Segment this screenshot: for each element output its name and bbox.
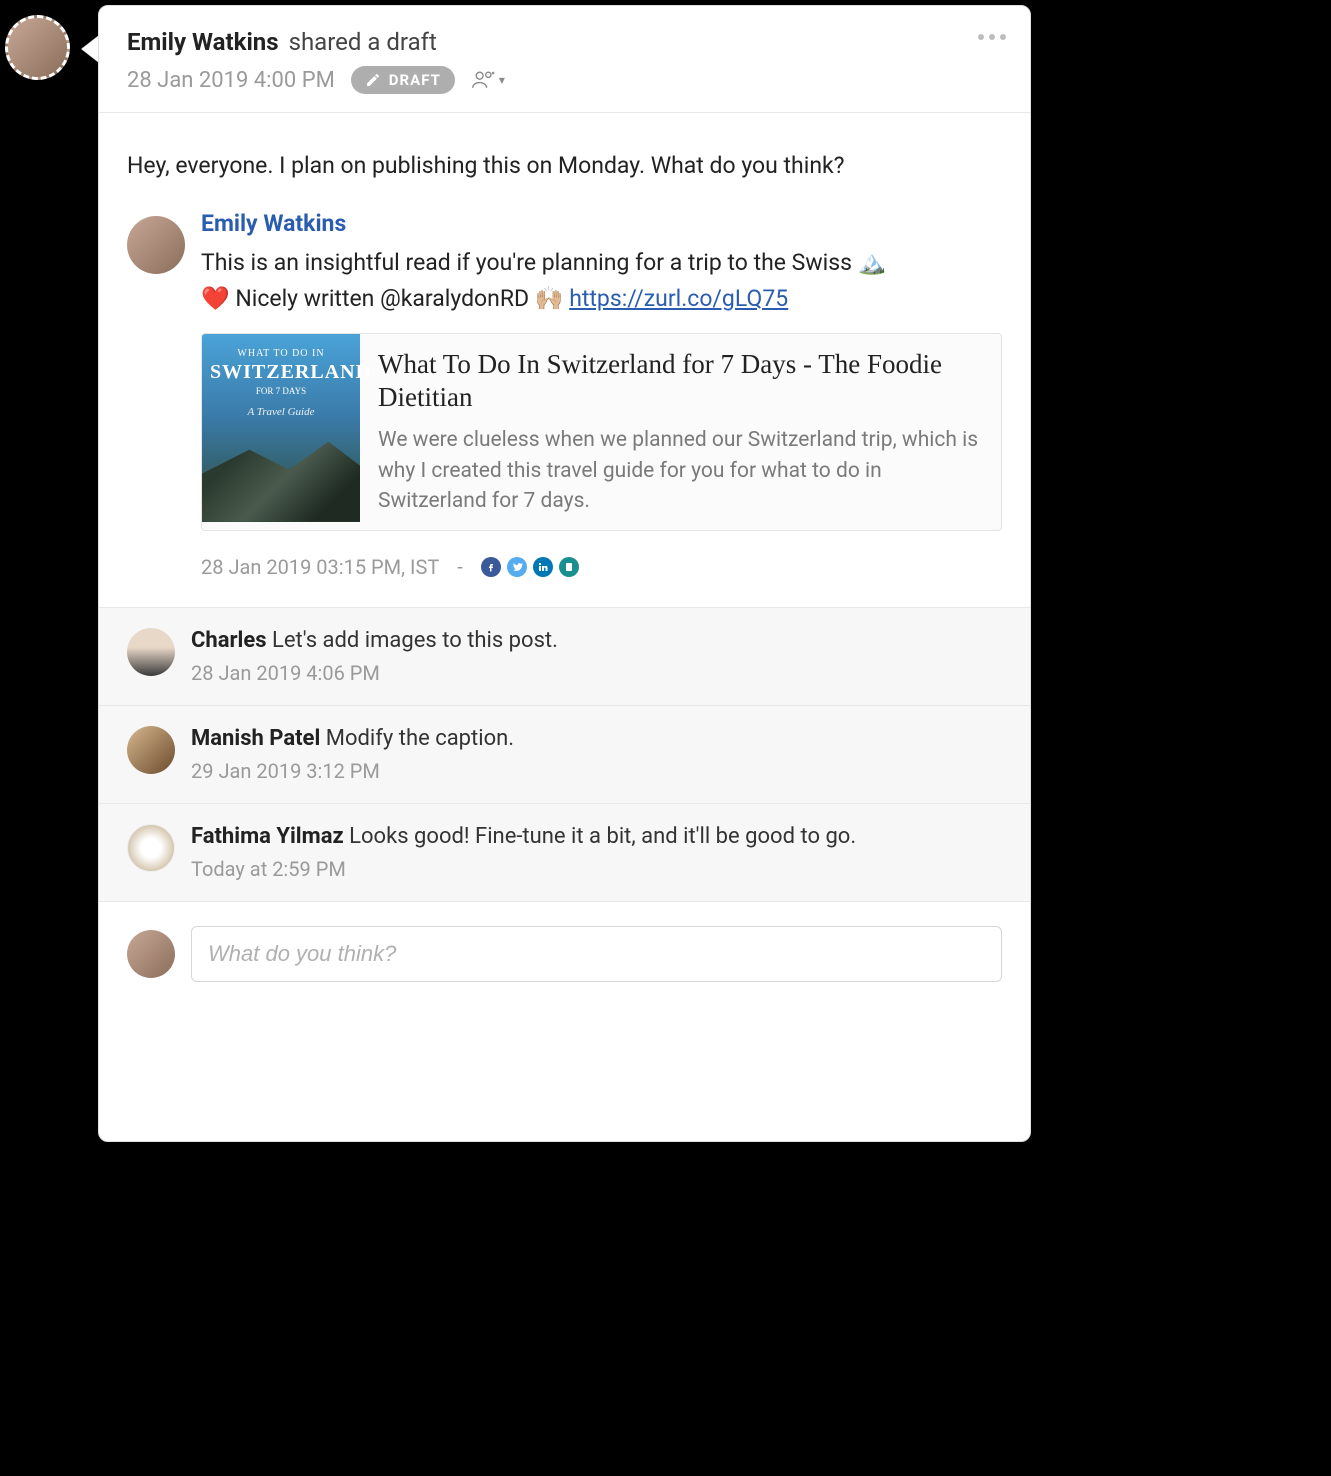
pencil-icon bbox=[365, 72, 381, 88]
compose-row bbox=[99, 901, 1030, 1006]
comment-time: 29 Jan 2019 3:12 PM bbox=[191, 759, 1002, 783]
thumb-line3: FOR 7 DAYS bbox=[210, 386, 352, 396]
shared-text: shared a draft bbox=[289, 28, 437, 56]
comment-time: 28 Jan 2019 4:06 PM bbox=[191, 661, 1002, 685]
thumb-line2: SWITZERLAND bbox=[210, 361, 352, 384]
draft-author-avatar[interactable] bbox=[127, 216, 185, 274]
twitter-icon[interactable] bbox=[507, 557, 527, 577]
comment-row: Fathima Yilmaz Looks good! Fine-tune it … bbox=[99, 803, 1030, 901]
link-description: We were clueless when we planned our Swi… bbox=[378, 425, 983, 516]
comment-author[interactable]: Manish Patel bbox=[191, 726, 320, 751]
chevron-down-icon: ▾ bbox=[499, 73, 505, 87]
comment-avatar[interactable] bbox=[127, 726, 175, 774]
comment-author[interactable]: Fathima Yilmaz bbox=[191, 824, 344, 849]
comment-text: Let's add images to this post. bbox=[272, 628, 558, 653]
comment-text: Looks good! Fine-tune it a bit, and it'l… bbox=[349, 824, 856, 849]
draft-meta-row: 28 Jan 2019 03:15 PM, IST - bbox=[201, 555, 1002, 579]
post-body: Hey, everyone. I plan on publishing this… bbox=[99, 113, 1030, 210]
more-options-button[interactable] bbox=[978, 34, 1006, 40]
thumb-line1: WHAT TO DO IN bbox=[210, 348, 352, 359]
linkedin-icon[interactable] bbox=[533, 557, 553, 577]
draft-publish-time: 28 Jan 2019 03:15 PM, IST bbox=[201, 555, 439, 579]
draft-badge-label: DRAFT bbox=[389, 71, 441, 89]
draft-badge[interactable]: DRAFT bbox=[351, 66, 455, 94]
mountain-emoji: 🏔️ bbox=[858, 249, 887, 276]
people-icon[interactable]: ▾ bbox=[471, 69, 505, 91]
comment-text: Modify the caption. bbox=[326, 726, 514, 751]
comments-section: Charles Let's add images to this post. 2… bbox=[99, 607, 1030, 901]
other-network-icon[interactable] bbox=[559, 557, 579, 577]
comment-time: Today at 2:59 PM bbox=[191, 857, 1002, 881]
meta-separator: - bbox=[457, 555, 463, 579]
draft-author-name[interactable]: Emily Watkins bbox=[201, 210, 1002, 237]
link-preview-card[interactable]: WHAT TO DO IN SWITZERLAND FOR 7 DAYS A T… bbox=[201, 333, 1002, 532]
draft-link[interactable]: https://zurl.co/gLQ75 bbox=[569, 285, 788, 312]
comment-avatar[interactable] bbox=[127, 628, 175, 676]
draft-preview-block: Emily Watkins This is an insightful read… bbox=[99, 210, 1030, 607]
post-timestamp: 28 Jan 2019 4:00 PM bbox=[127, 68, 335, 93]
comment-avatar[interactable] bbox=[127, 824, 175, 872]
thumb-line4: A Travel Guide bbox=[210, 406, 352, 418]
draft-text: This is an insightful read if you're pla… bbox=[201, 245, 1002, 316]
card-header: Emily Watkins shared a draft 28 Jan 2019… bbox=[99, 6, 1030, 113]
facebook-icon[interactable] bbox=[481, 557, 501, 577]
draft-card: Emily Watkins shared a draft 28 Jan 2019… bbox=[98, 5, 1031, 1142]
comment-row: Manish Patel Modify the caption. 29 Jan … bbox=[99, 705, 1030, 803]
author-name[interactable]: Emily Watkins bbox=[127, 28, 279, 56]
draft-line1: This is an insightful read if you're pla… bbox=[201, 249, 858, 276]
link-thumbnail: WHAT TO DO IN SWITZERLAND FOR 7 DAYS A T… bbox=[202, 334, 360, 522]
current-user-avatar[interactable] bbox=[127, 930, 175, 978]
draft-line2: ❤️ Nicely written @karalydonRD 🙌🏼 bbox=[201, 285, 569, 312]
comment-author[interactable]: Charles bbox=[191, 628, 267, 653]
comment-input[interactable] bbox=[191, 926, 1002, 982]
comment-row: Charles Let's add images to this post. 2… bbox=[99, 607, 1030, 705]
author-avatar[interactable] bbox=[5, 15, 70, 80]
link-title: What To Do In Switzerland for 7 Days - T… bbox=[378, 348, 983, 416]
